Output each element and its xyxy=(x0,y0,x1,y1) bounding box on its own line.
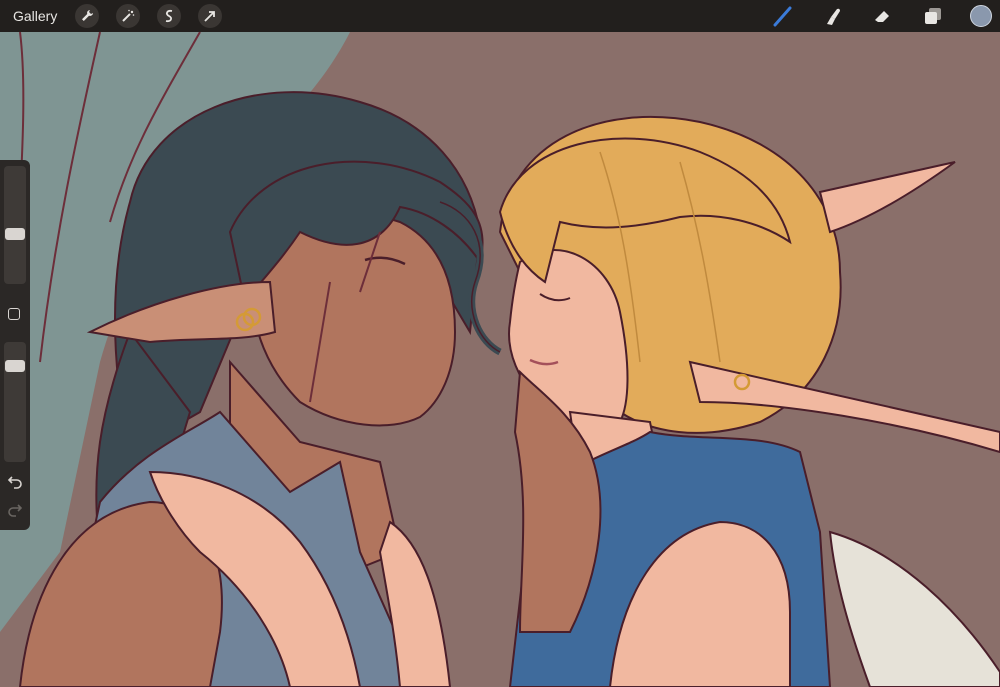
layers-button[interactable] xyxy=(920,3,946,29)
drawing-canvas[interactable] xyxy=(0,32,1000,687)
transform-button[interactable] xyxy=(198,4,223,28)
artwork xyxy=(0,32,1000,687)
brush-size-slider[interactable] xyxy=(4,166,26,284)
color-picker-swatch[interactable] xyxy=(970,5,992,27)
transform-arrow-icon xyxy=(204,11,216,22)
magic-wand-icon xyxy=(122,9,135,22)
eraser-tool-button[interactable] xyxy=(870,3,896,29)
actions-wrench-button[interactable] xyxy=(75,4,100,28)
modify-button[interactable] xyxy=(8,308,20,320)
selection-icon xyxy=(166,9,173,23)
brush-icon xyxy=(773,6,792,27)
opacity-slider[interactable] xyxy=(4,342,26,462)
top-toolbar: Gallery xyxy=(0,0,1000,32)
opacity-thumb[interactable] xyxy=(5,360,25,372)
adjustments-button[interactable] xyxy=(116,4,141,28)
smudge-tool-button[interactable] xyxy=(820,3,846,29)
redo-icon[interactable] xyxy=(6,500,24,518)
smudge-icon xyxy=(827,8,840,25)
brush-tool-button[interactable] xyxy=(770,3,796,29)
wrench-icon xyxy=(82,10,94,21)
brush-sidebar xyxy=(0,160,30,530)
layers-icon xyxy=(925,8,941,24)
undo-icon[interactable] xyxy=(6,472,24,490)
brush-size-thumb[interactable] xyxy=(5,228,25,240)
gallery-button[interactable]: Gallery xyxy=(13,8,57,24)
eraser-icon xyxy=(875,11,889,22)
selection-button[interactable] xyxy=(157,4,182,28)
right-tools xyxy=(770,0,1000,32)
